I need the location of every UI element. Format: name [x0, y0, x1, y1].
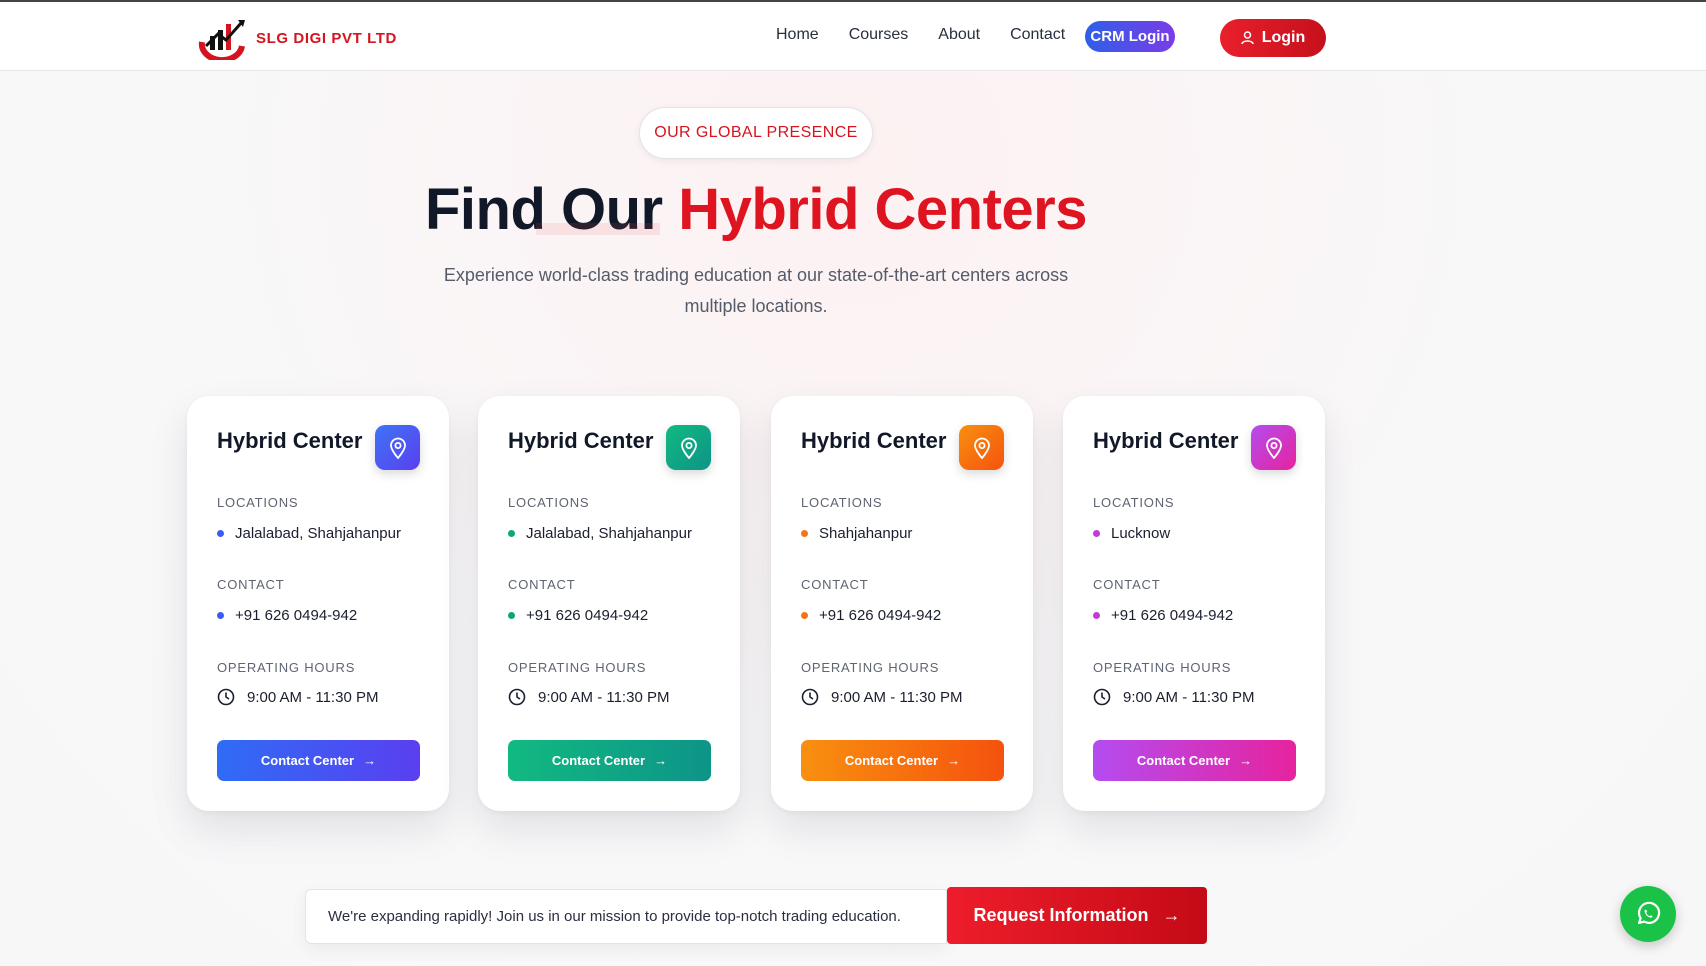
map-pin-icon — [1251, 425, 1296, 470]
location-value: Jalalabad, Shahjahanpur — [217, 525, 401, 542]
card-title: Hybrid Center — [508, 428, 654, 453]
location-text: Lucknow — [1111, 525, 1171, 542]
contact-center-button[interactable]: Contact Center → — [801, 740, 1004, 781]
bullet-dot — [1093, 530, 1100, 537]
hours-value: 9:00 AM - 11:30 PM — [217, 688, 378, 706]
clock-icon — [217, 688, 235, 706]
contact-label: CONTACT — [217, 577, 285, 592]
arrow-right-icon: → — [363, 753, 377, 768]
phone-text: +91 626 0494-942 — [819, 607, 942, 624]
hours-label: OPERATING HOURS — [1093, 660, 1232, 675]
bullet-dot — [508, 612, 515, 619]
expansion-note: We're expanding rapidly! Join us in our … — [305, 889, 947, 944]
phone-value: +91 626 0494-942 — [217, 607, 357, 624]
location-value: Jalalabad, Shahjahanpur — [508, 525, 692, 542]
button-label: Contact Center — [1136, 753, 1231, 768]
contact-label: CONTACT — [801, 577, 869, 592]
main-nav: Home Courses About Contact — [776, 26, 1095, 44]
contact-center-button[interactable]: Contact Center → — [1093, 740, 1296, 781]
locations-label: LOCATIONS — [508, 495, 590, 510]
page-title: Find Our Hybrid Centers — [0, 176, 1512, 243]
hours-label: OPERATING HOURS — [801, 660, 940, 675]
title-underline — [536, 223, 660, 235]
bullet-dot — [508, 530, 515, 537]
location-text: Shahjahanpur — [819, 525, 913, 542]
location-value: Shahjahanpur — [801, 525, 912, 542]
hours-text: 9:00 AM - 11:30 PM — [247, 688, 379, 706]
hours-text: 9:00 AM - 11:30 PM — [538, 688, 670, 706]
brand-name: SLG DIGI PVT LTD — [256, 29, 397, 47]
hours-value: 9:00 AM - 11:30 PM — [801, 688, 962, 706]
card-title: Hybrid Center — [1093, 428, 1239, 453]
locations-label: LOCATIONS — [217, 495, 299, 510]
clock-icon — [801, 688, 819, 706]
nav-about[interactable]: About — [938, 26, 980, 44]
whatsapp-icon — [1637, 901, 1661, 925]
center-card-2: Hybrid Center LOCATIONS Jalalabad, Shahj… — [478, 396, 740, 811]
nav-courses[interactable]: Courses — [849, 26, 909, 44]
arrow-right-icon: → — [947, 753, 961, 768]
login-button[interactable]: Login — [1220, 19, 1326, 57]
phone-text: +91 626 0494-942 — [526, 607, 649, 624]
card-title: Hybrid Center — [217, 428, 363, 453]
location-text: Jalalabad, Shahjahanpur — [526, 525, 692, 542]
hours-label: OPERATING HOURS — [508, 660, 647, 675]
brand-logo[interactable]: SLG DIGI PVT LTD — [196, 16, 397, 60]
hours-text: 9:00 AM - 11:30 PM — [831, 688, 963, 706]
arrow-right-icon: → — [654, 753, 668, 768]
clock-icon — [1093, 688, 1111, 706]
bullet-dot — [1093, 612, 1100, 619]
arrow-right-icon: → — [1162, 905, 1181, 925]
request-label: Request Information — [973, 905, 1149, 925]
arrow-right-icon: → — [1239, 753, 1253, 768]
user-icon — [1240, 31, 1254, 45]
location-text: Jalalabad, Shahjahanpur — [235, 525, 401, 542]
hours-value: 9:00 AM - 11:30 PM — [508, 688, 669, 706]
card-title: Hybrid Center — [801, 428, 947, 453]
nav-home[interactable]: Home — [776, 26, 819, 44]
contact-center-button[interactable]: Contact Center → — [217, 740, 420, 781]
logo-mark-icon — [198, 20, 245, 60]
hours-text: 9:00 AM - 11:30 PM — [1123, 688, 1255, 706]
crm-login-button[interactable]: CRM Login — [1085, 21, 1175, 52]
section-badge: OUR GLOBAL PRESENCE — [639, 107, 873, 159]
site-header: SLG DIGI PVT LTD Home Courses About Cont… — [0, 2, 1706, 71]
request-information-button[interactable]: Request Information → — [947, 887, 1207, 944]
center-card-1: Hybrid Center LOCATIONS Jalalabad, Shahj… — [187, 396, 449, 811]
center-card-3: Hybrid Center LOCATIONS Shahjahanpur CON… — [771, 396, 1033, 811]
nav-contact[interactable]: Contact — [1010, 26, 1065, 44]
locations-label: LOCATIONS — [1093, 495, 1175, 510]
phone-value: +91 626 0494-942 — [1093, 607, 1233, 624]
center-card-4: Hybrid Center LOCATIONS Lucknow CONTACT … — [1063, 396, 1325, 811]
phone-value: +91 626 0494-942 — [801, 607, 941, 624]
hours-label: OPERATING HOURS — [217, 660, 356, 675]
location-value: Lucknow — [1093, 525, 1170, 542]
map-pin-icon — [959, 425, 1004, 470]
bullet-dot — [801, 612, 808, 619]
bullet-dot — [801, 530, 808, 537]
locations-label: LOCATIONS — [801, 495, 883, 510]
phone-value: +91 626 0494-942 — [508, 607, 648, 624]
whatsapp-button[interactable] — [1620, 886, 1676, 942]
map-pin-icon — [666, 425, 711, 470]
button-label: Contact Center — [844, 753, 939, 768]
clock-icon — [508, 688, 526, 706]
login-label: Login — [1261, 29, 1306, 46]
bullet-dot — [217, 612, 224, 619]
button-label: Contact Center — [260, 753, 355, 768]
contact-center-button[interactable]: Contact Center → — [508, 740, 711, 781]
button-label: Contact Center — [551, 753, 646, 768]
phone-text: +91 626 0494-942 — [235, 607, 358, 624]
map-pin-icon — [375, 425, 420, 470]
bullet-dot — [217, 530, 224, 537]
title-accent: Hybrid Centers — [678, 177, 1088, 242]
phone-text: +91 626 0494-942 — [1111, 607, 1234, 624]
page-subtitle: Experience world-class trading education… — [443, 265, 1069, 316]
contact-label: CONTACT — [508, 577, 576, 592]
hours-value: 9:00 AM - 11:30 PM — [1093, 688, 1254, 706]
contact-label: CONTACT — [1093, 577, 1161, 592]
